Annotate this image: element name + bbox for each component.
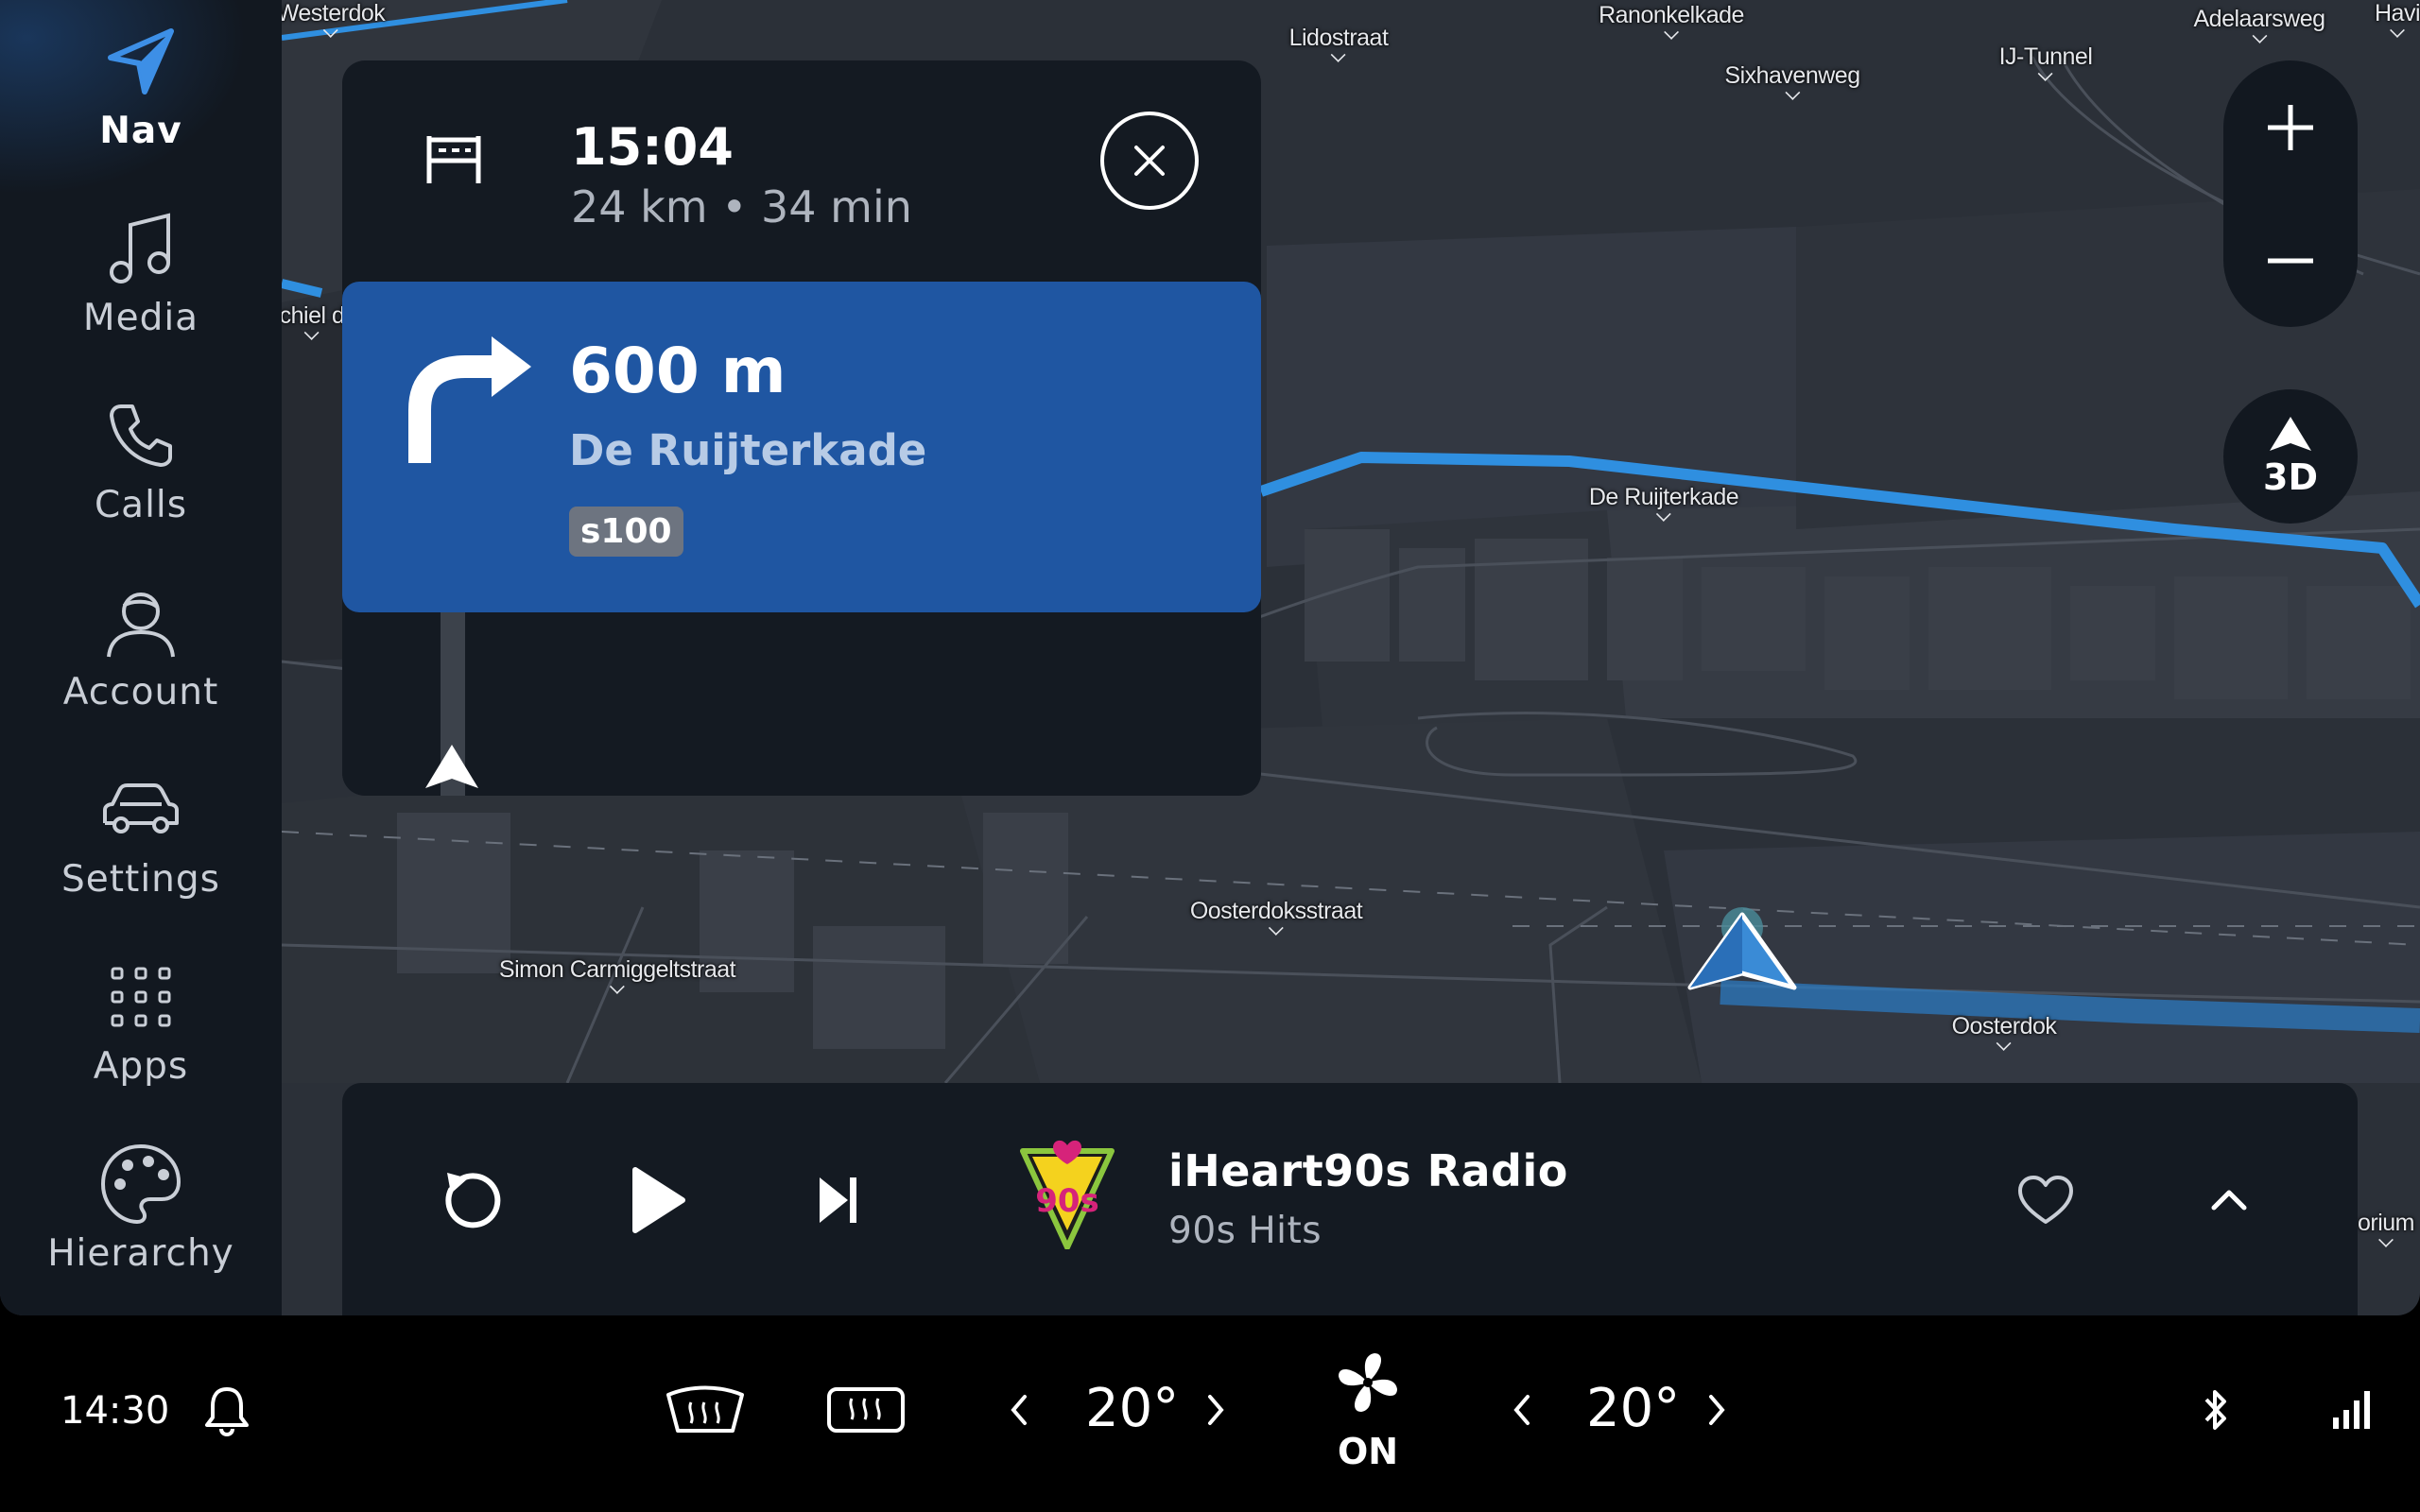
signal-status — [2327, 1382, 2377, 1438]
zoom-controls — [2223, 60, 2358, 327]
next-maneuver-card[interactable]: 600 m De Ruijterkade s100 — [342, 282, 1261, 612]
rail-item-label: Nav — [99, 110, 182, 152]
lane-guidance — [342, 612, 1261, 796]
fan-icon — [1339, 1353, 1397, 1412]
rail-item-hierarchy[interactable]: Hierarchy — [0, 1123, 282, 1302]
map-label-partial-right: orium — [2358, 1210, 2415, 1246]
rail-item-label: Apps — [93, 1045, 189, 1088]
rail-item-settings[interactable]: Settings — [0, 748, 282, 928]
media-bar: 90s iHeart90s Radio 90s Hits — [342, 1083, 2358, 1315]
rail-item-apps[interactable]: Apps — [0, 936, 282, 1115]
straight-arrow-icon — [424, 743, 480, 794]
map-label-lidostraat: Lidostraat — [1289, 25, 1389, 61]
music-note-icon — [98, 206, 183, 291]
clock: 14:30 — [60, 1389, 170, 1433]
car-icon — [98, 767, 183, 852]
map-label-ij-tunnel: IJ-Tunnel — [1999, 43, 2093, 80]
bluetooth-status[interactable] — [2195, 1382, 2237, 1438]
chevron-left-icon — [1011, 1395, 1027, 1425]
map-label-partial-left: chiel d — [280, 302, 345, 339]
temp-right-decrease-button[interactable] — [1501, 1382, 1543, 1438]
temp-left-value: 20° — [1085, 1378, 1180, 1439]
view-mode-button[interactable]: 3D — [2223, 389, 2358, 524]
rail-item-label: Media — [82, 297, 199, 339]
map-label-westerdok: Westerdok — [277, 0, 386, 37]
rail-item-nav[interactable]: Nav — [0, 0, 282, 180]
map-label-de-ruijterkade: De Ruijterkade — [1589, 484, 1739, 521]
minus-icon — [2268, 258, 2313, 263]
front-defrost-button[interactable] — [660, 1372, 751, 1448]
play-icon — [632, 1167, 685, 1233]
zoom-out-button[interactable] — [2223, 194, 2358, 327]
fan-button[interactable] — [1329, 1344, 1407, 1421]
compass-arrow-icon — [2270, 417, 2311, 451]
front-defrost-icon — [666, 1385, 744, 1433]
map-label-adelaarsweg: Adelaarsweg — [2193, 6, 2325, 43]
bluetooth-icon — [2204, 1390, 2226, 1430]
map-label-sixhavenweg: Sixhavenweg — [1724, 62, 1860, 99]
map-label-ranonkelkade: Ranonkelkade — [1599, 2, 1744, 39]
road-number-badge: s100 — [569, 507, 683, 557]
replay-icon — [445, 1173, 501, 1228]
heart-icon — [2018, 1176, 2073, 1224]
destination-flag-icon — [425, 132, 482, 189]
replay-button[interactable] — [414, 1143, 527, 1257]
app-rail: Nav Media Calls Account Settings Apps Hi… — [0, 0, 282, 1315]
station-subtitle: 90s Hits — [1168, 1210, 1322, 1252]
rail-item-label: Account — [62, 671, 219, 713]
notifications-button[interactable] — [199, 1378, 255, 1444]
end-route-button[interactable] — [1100, 112, 1199, 210]
temp-right-value: 20° — [1586, 1378, 1681, 1439]
skip-next-icon — [820, 1177, 856, 1223]
play-button[interactable] — [601, 1143, 715, 1257]
station-name: iHeart90s Radio — [1168, 1145, 1568, 1196]
maneuver-distance: 600 m — [569, 335, 786, 407]
trip-summary[interactable]: 15:04 24 km • 34 min — [342, 60, 1261, 282]
signal-strength-icon — [2333, 1391, 2370, 1429]
plus-icon — [2268, 104, 2313, 150]
rail-item-label: Hierarchy — [47, 1232, 234, 1275]
temp-right-increase-button[interactable] — [1696, 1382, 1737, 1438]
person-icon — [98, 580, 183, 665]
palette-icon — [98, 1142, 183, 1227]
grid-icon — [98, 954, 183, 1040]
trip-distance-duration: 24 km • 34 min — [571, 181, 912, 232]
skip-next-button[interactable] — [781, 1143, 894, 1257]
map-label-oosterdok: Oosterdok — [1952, 1013, 2057, 1050]
zoom-in-button[interactable] — [2223, 60, 2358, 194]
rear-defrost-icon — [827, 1387, 905, 1433]
rail-item-media[interactable]: Media — [0, 187, 282, 367]
map-label-simon-carmiggeltstraat: Simon Carmiggeltstraat — [499, 956, 736, 993]
navigation-panel: 15:04 24 km • 34 min 600 m De Ruijterkad… — [342, 60, 1261, 796]
expand-media-button[interactable] — [2172, 1143, 2286, 1257]
rail-item-label: Settings — [61, 858, 220, 901]
bell-icon — [205, 1387, 249, 1436]
phone-icon — [98, 393, 183, 478]
turn-right-arrow-icon — [405, 329, 537, 474]
chevron-up-icon — [2211, 1190, 2247, 1211]
chevron-left-icon — [1513, 1395, 1530, 1425]
map-label-partial-top-right: Havi — [2375, 0, 2420, 37]
maneuver-street: De Ruijterkade — [569, 425, 927, 475]
chevron-right-icon — [1709, 1395, 1725, 1425]
temp-left-increase-button[interactable] — [1195, 1382, 1236, 1438]
rail-item-account[interactable]: Account — [0, 561, 282, 741]
station-logo-text: 90s — [1035, 1182, 1099, 1220]
map-label-oosterdoksstraat: Oosterdoksstraat — [1190, 898, 1363, 935]
rail-item-calls[interactable]: Calls — [0, 374, 282, 554]
fan-state: ON — [1337, 1431, 1399, 1472]
station-logo: 90s — [1019, 1138, 1115, 1250]
rail-item-label: Calls — [94, 484, 188, 526]
navigation-arrow-icon — [98, 19, 183, 104]
system-bar: 14:30 20° ON 20° — [0, 1315, 2420, 1512]
favorite-button[interactable] — [1989, 1143, 2102, 1257]
temp-left-decrease-button[interactable] — [998, 1382, 1040, 1438]
arrival-time: 15:04 — [571, 117, 734, 177]
rear-defrost-button[interactable] — [821, 1372, 911, 1448]
chevron-right-icon — [1208, 1395, 1224, 1425]
close-icon — [1134, 146, 1165, 176]
view-mode-label: 3D — [2263, 456, 2318, 498]
